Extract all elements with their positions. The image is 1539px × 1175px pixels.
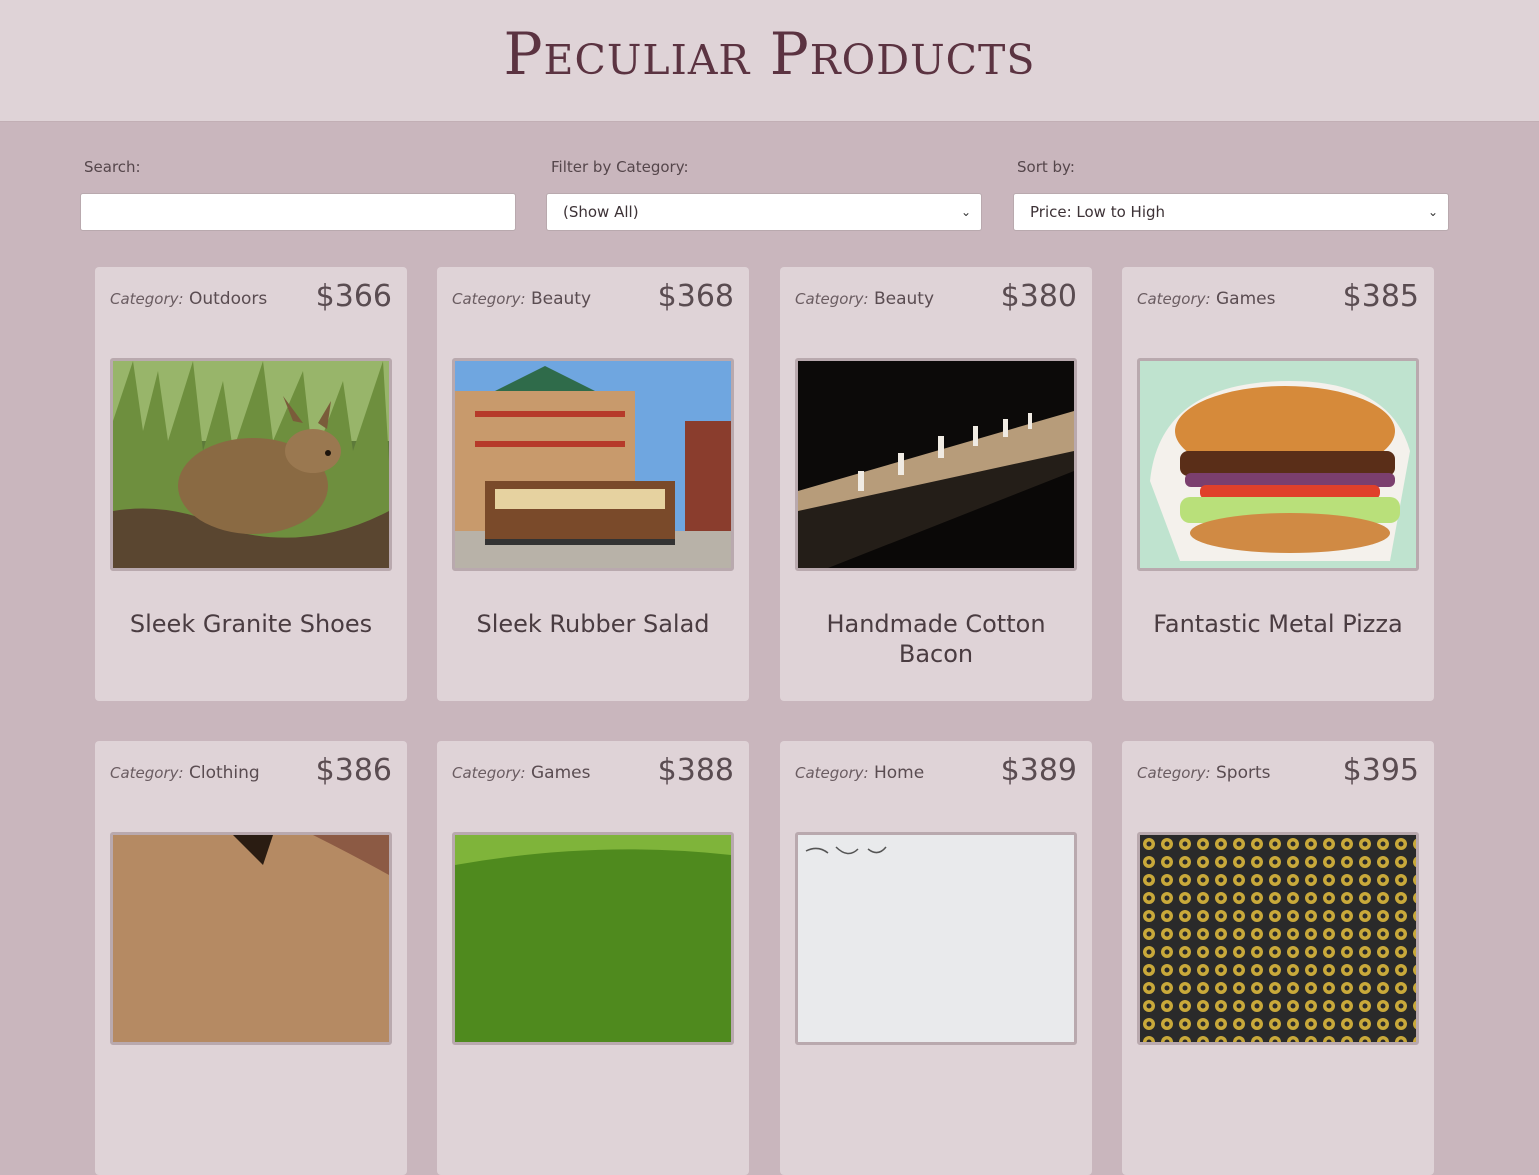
whiteboard-photo xyxy=(795,832,1077,1045)
product-price: $385 xyxy=(1342,279,1419,314)
product-card[interactable]: Category: Sports $395 xyxy=(1122,741,1434,1175)
category-filter-select[interactable]: (Show All) ⌄ xyxy=(546,193,982,231)
product-card[interactable]: Category: Clothing $386 xyxy=(95,741,407,1175)
chevron-down-icon: ⌄ xyxy=(960,205,971,219)
product-card[interactable]: Category: Home $389 xyxy=(780,741,1092,1175)
product-price: $380 xyxy=(1000,279,1077,314)
product-price: $366 xyxy=(315,279,392,314)
burger-photo xyxy=(1137,358,1419,571)
product-name[interactable]: Sleek Rubber Salad xyxy=(447,609,739,639)
product-card[interactable]: Category: Outdoors $366 Sleek Granite Sh… xyxy=(95,267,407,701)
pattern-photo xyxy=(1137,832,1419,1045)
product-price: $395 xyxy=(1342,753,1419,788)
product-card[interactable]: Category: Beauty $368 Sleek Rubber Salad xyxy=(437,267,749,701)
product-card[interactable]: Category: Games $385 Fantastic Metal Piz… xyxy=(1122,267,1434,701)
product-category: Category: Sports xyxy=(1137,763,1271,783)
search-label: Search: xyxy=(84,158,141,176)
product-price: $388 xyxy=(657,753,734,788)
deer-photo xyxy=(110,358,392,571)
sort-select[interactable]: Price: Low to High ⌄ xyxy=(1013,193,1449,231)
product-price: $389 xyxy=(1000,753,1077,788)
product-category: Category: Beauty xyxy=(452,289,592,309)
sort-label: Sort by: xyxy=(1017,158,1075,176)
product-name[interactable]: Handmade Cotton Bacon xyxy=(790,609,1082,669)
product-price: $368 xyxy=(657,279,734,314)
chevron-down-icon: ⌄ xyxy=(1427,205,1438,219)
product-name[interactable]: Sleek Granite Shoes xyxy=(105,609,397,639)
cable-car-photo xyxy=(452,358,734,571)
sort-value: Price: Low to High xyxy=(1030,203,1166,221)
product-card[interactable]: Category: Games $388 xyxy=(437,741,749,1175)
site-header: Peculiar Products xyxy=(0,0,1539,122)
grass-photo xyxy=(452,832,734,1045)
product-name[interactable]: Fantastic Metal Pizza xyxy=(1132,609,1424,639)
product-category: Category: Games xyxy=(452,763,591,783)
product-price: $386 xyxy=(315,753,392,788)
filter-label: Filter by Category: xyxy=(551,158,689,176)
product-category: Category: Home xyxy=(795,763,925,783)
product-category: Category: Clothing xyxy=(110,763,260,783)
product-category: Category: Outdoors xyxy=(110,289,268,309)
product-category: Category: Games xyxy=(1137,289,1276,309)
site-title: Peculiar Products xyxy=(503,20,1036,88)
product-category: Category: Beauty xyxy=(795,289,935,309)
search-input[interactable] xyxy=(80,193,516,231)
product-card[interactable]: Category: Beauty $380 Handmade Cotton Ba… xyxy=(780,267,1092,701)
category-filter-value: (Show All) xyxy=(563,203,639,221)
runway-photo xyxy=(795,358,1077,571)
partial-photo xyxy=(110,832,392,1045)
